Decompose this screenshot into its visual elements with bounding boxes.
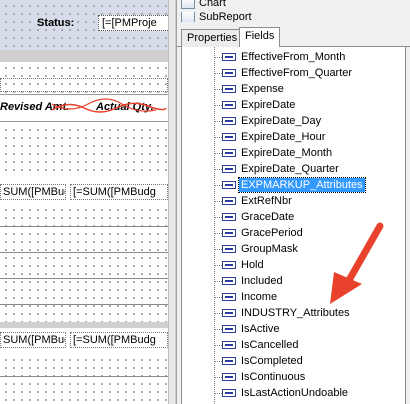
field-item[interactable]: IsContinuous xyxy=(182,369,405,385)
sum-field[interactable]: SUM([PMBudg xyxy=(0,332,66,348)
field-label: GraceDate xyxy=(241,211,295,223)
field-item[interactable]: IsActive xyxy=(182,321,405,337)
field-icon xyxy=(222,245,236,253)
field-icon xyxy=(222,373,236,381)
field-icon xyxy=(222,101,236,109)
group-header-band[interactable] xyxy=(0,124,168,176)
field-label: Income xyxy=(241,291,278,303)
field-label: IsCancelled xyxy=(241,339,299,351)
field-label: GroupMask xyxy=(241,243,298,255)
sum-field[interactable]: [=SUM([PMBudg xyxy=(70,184,168,200)
band-divider xyxy=(0,278,168,279)
field-label: ExpireDate_Hour xyxy=(241,131,326,143)
field-icon xyxy=(222,181,236,189)
header-box[interactable] xyxy=(0,78,168,92)
field-icon xyxy=(222,309,236,317)
toolbox-item-label: SubReport xyxy=(199,12,252,22)
band-divider xyxy=(0,226,168,227)
field-label: EffectiveFrom_Month xyxy=(241,51,346,63)
field-icon xyxy=(222,197,236,205)
annotation-arrow xyxy=(330,222,384,304)
field-item[interactable]: ExpireDate_Month xyxy=(182,145,405,161)
sum-field[interactable]: [=SUM([PMBudg xyxy=(70,332,168,348)
chart-icon xyxy=(181,0,195,9)
field-icon xyxy=(222,165,236,173)
field-label: Expense xyxy=(241,83,284,95)
group-footer-band[interactable] xyxy=(0,354,168,404)
panel-splitter[interactable] xyxy=(168,0,176,404)
field-icon xyxy=(222,133,236,141)
field-icon xyxy=(222,229,236,237)
sum-field[interactable]: SUM([PMBudg xyxy=(0,184,66,200)
field-icon xyxy=(222,325,236,333)
band-separator[interactable] xyxy=(0,322,168,328)
field-label: ExpireDate_Month xyxy=(241,147,333,159)
field-label: ExpireDate_Day xyxy=(241,115,322,127)
band-divider xyxy=(0,304,168,305)
field-item[interactable]: EXPMARKUP_Attributes xyxy=(182,177,405,193)
field-label: Included xyxy=(241,275,283,287)
toolbox-item-subreport[interactable]: SubReport xyxy=(181,12,252,22)
field-label: IsCompleted xyxy=(241,355,303,367)
field-item[interactable]: ExpireDate xyxy=(182,97,405,113)
field-label: IsContinuous xyxy=(241,371,306,383)
field-icon xyxy=(222,53,236,61)
report-designer-surface[interactable]: Status: [=[PMProje Revised Amt. Actual Q… xyxy=(0,0,168,404)
subreport-icon xyxy=(181,12,195,22)
field-item[interactable]: IsCancelled xyxy=(182,337,405,353)
red-annotation-scribble xyxy=(51,98,167,113)
field-icon xyxy=(222,261,236,269)
fields-panel: Chart SubReport Properties Fields Effect… xyxy=(176,0,410,404)
field-icon xyxy=(222,213,236,221)
band-divider xyxy=(0,252,168,253)
field-item[interactable]: IsLastActionUndoable xyxy=(182,385,405,401)
toolbox-item-chart[interactable]: Chart xyxy=(181,0,226,10)
field-label: IsLastActionUndoable xyxy=(241,387,349,399)
field-item[interactable]: ExpireDate_Quarter xyxy=(182,161,405,177)
field-label: EXPMARKUP_Attributes xyxy=(238,177,366,193)
field-icon xyxy=(222,69,236,77)
band-separator[interactable] xyxy=(0,50,168,62)
field-icon xyxy=(222,341,236,349)
field-icon xyxy=(222,117,236,125)
field-label: GracePeriod xyxy=(241,227,303,239)
field-icon xyxy=(222,389,236,397)
toolbox-item-label: Chart xyxy=(199,0,226,9)
field-label: IsActive xyxy=(241,323,280,335)
field-label: EffectiveFrom_Quarter xyxy=(241,67,353,79)
status-label: Status: xyxy=(37,17,75,29)
field-icon xyxy=(222,85,236,93)
field-icon xyxy=(222,149,236,157)
field-icon xyxy=(222,277,236,285)
field-item[interactable]: ExpireDate_Hour xyxy=(182,129,405,145)
status-field[interactable]: [=[PMProje xyxy=(98,15,168,31)
band-divider xyxy=(0,376,168,377)
field-icon xyxy=(222,293,236,301)
panel-tabs: Properties Fields xyxy=(177,27,410,48)
tab-fields[interactable]: Fields xyxy=(239,27,281,48)
field-label: Hold xyxy=(241,259,264,271)
field-item[interactable]: EffectiveFrom_Month xyxy=(182,49,405,65)
field-item[interactable]: IsCompleted xyxy=(182,353,405,369)
tab-properties[interactable]: Properties xyxy=(181,29,244,47)
field-label: ExtRefNbr xyxy=(241,195,292,207)
field-item[interactable]: ExpireDate_Day xyxy=(182,113,405,129)
field-item[interactable]: Expense xyxy=(182,81,405,97)
field-item[interactable]: EffectiveFrom_Quarter xyxy=(182,65,405,81)
field-label: ExpireDate_Quarter xyxy=(241,163,339,175)
field-label: ExpireDate xyxy=(241,99,296,111)
field-item[interactable]: ExtRefNbr xyxy=(182,193,405,209)
field-icon xyxy=(222,357,236,365)
